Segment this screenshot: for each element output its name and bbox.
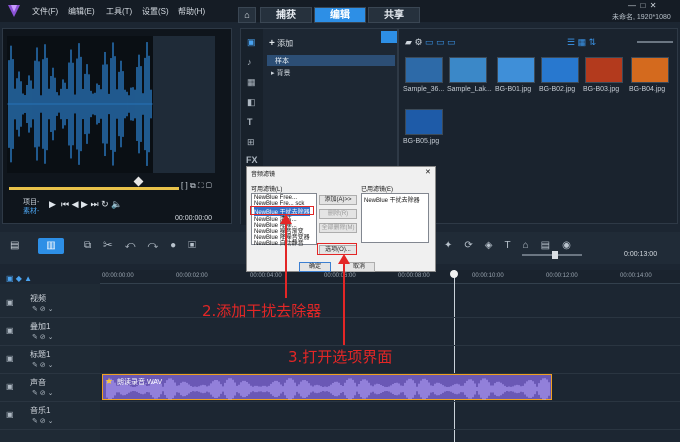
- annotation-step3: 3.打开选项界面: [288, 348, 393, 366]
- annotation-arrows: [280, 214, 350, 345]
- annotation-step2: 2.添加干扰去除器: [202, 302, 322, 320]
